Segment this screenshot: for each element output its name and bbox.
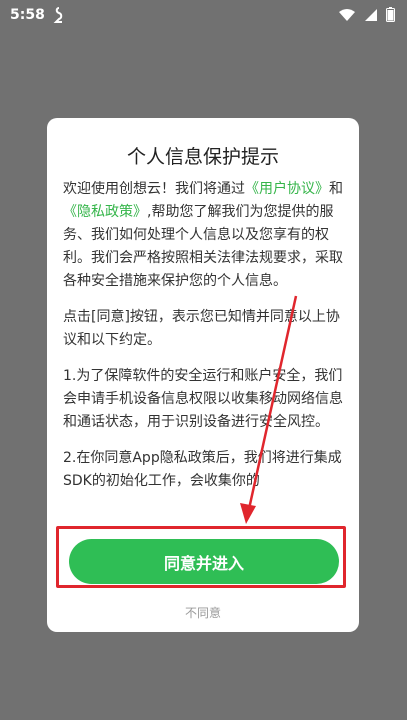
privacy-policy-link[interactable]: 《隐私政策》 — [63, 204, 147, 220]
sdk-paragraph: 2.在你同意App隐私政策后，我们将进行集成SDK的初始化工作，会收集你的 — [63, 450, 342, 489]
highlight-box — [56, 526, 346, 588]
status-bar: 5:58 — [0, 0, 407, 34]
consent-paragraph: 点击[同意]按钮，表示您已知情并同意以上协议和以下约定。 — [63, 309, 340, 348]
intro-mid: 和 — [329, 181, 343, 197]
user-agreement-link[interactable]: 《用户协议》 — [245, 181, 329, 197]
device-permission-paragraph: 1.为了保障软件的安全运行和账户安全，我们会申请手机设备信息权限以收集移动网络信… — [63, 368, 343, 430]
dialog-title: 个人信息保护提示 — [126, 146, 279, 168]
screen: 5:58 个人信息保护提示 欢迎使用创想云！我们将通过《用户协议》和《隐私政策》… — [0, 0, 407, 720]
intro-paragraph: 欢迎使用创想云！我们将通过《用户协议》和《隐私政策》,帮助您了解我们为您提供的服… — [63, 178, 347, 293]
disagree-button[interactable]: 不同意 — [47, 604, 359, 621]
battery-icon — [386, 7, 395, 22]
status-time: 5:58 — [10, 7, 45, 23]
app-notification-icon — [53, 7, 63, 23]
wifi-icon — [339, 8, 355, 21]
status-icons — [338, 7, 395, 22]
intro-prefix: 欢迎使用创想云！我们将通过 — [63, 181, 245, 197]
signal-icon — [365, 8, 377, 21]
